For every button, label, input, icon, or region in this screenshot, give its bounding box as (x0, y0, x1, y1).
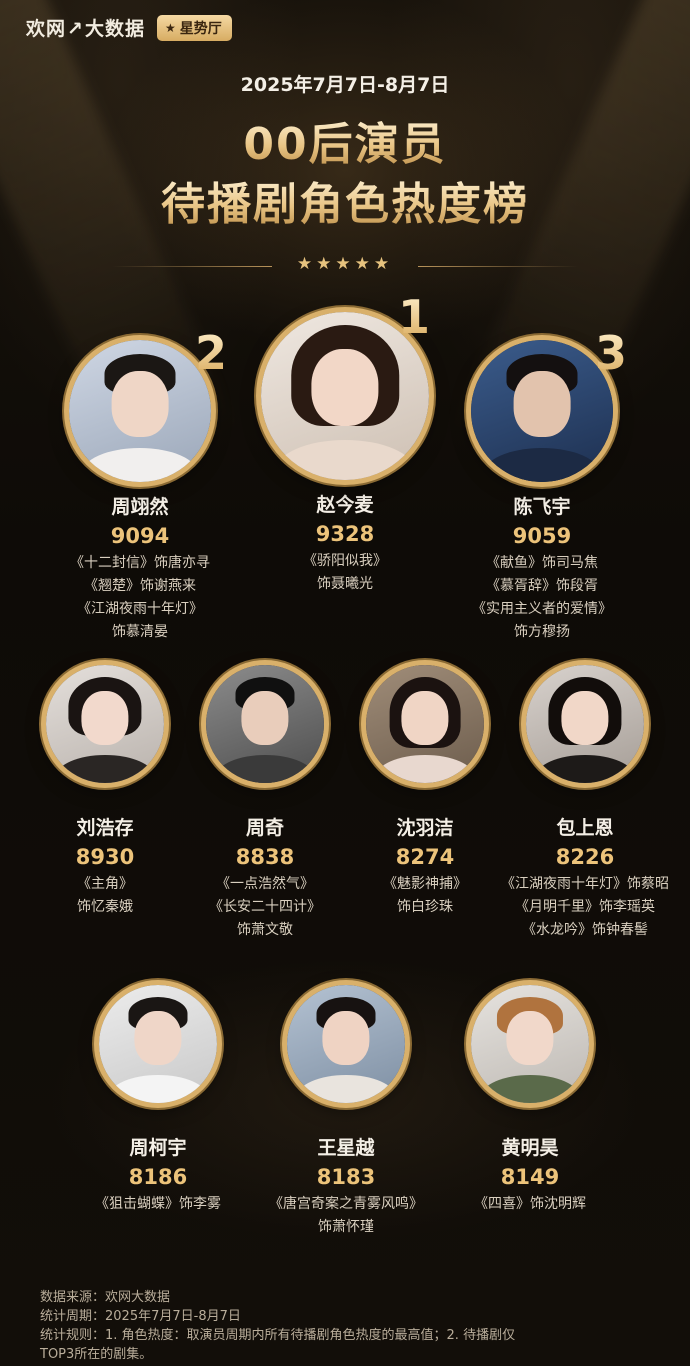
actor-avatar (366, 665, 484, 783)
role-list: 《四喜》饰沈明辉 (474, 1196, 586, 1212)
actor-avatar (526, 665, 644, 783)
actor-name: 包上恩 (556, 817, 614, 839)
actor-avatar (471, 340, 613, 482)
ranking-card-2: 2 周翊然 9094 《十二封信》饰唐亦寻 《翘楚》饰谢燕来 《江湖夜雨十年灯》 饰慕… (35, 326, 245, 644)
footer-period: 统计周期：2025年7月7日-8月7日 (40, 1309, 241, 1324)
role-list: 《十二封信》饰唐亦寻 《翘楚》饰谢燕来 《江湖夜雨十年灯》 饰慕清晏 (70, 555, 210, 640)
page-title: 00后演员 (0, 108, 690, 172)
rank-number: 1 (398, 290, 431, 344)
role-list: 《唐宫奇案之青雾风鸣》 饰萧怀瑾 (269, 1196, 423, 1235)
actor-name: 刘浩存 (76, 817, 134, 839)
star-icon: ★ (164, 20, 176, 35)
ranking-card-10: 黄明昊 8149 《四喜》饰沈明辉 (445, 985, 615, 1216)
ranking-card-7: 包上恩 8226 《江湖夜雨十年灯》饰蔡昭 《月明千里》饰李瑶英 《水龙吟》饰钟春髻 (500, 665, 670, 942)
actor-name: 周柯宇 (129, 1137, 187, 1159)
actor-avatar (99, 985, 217, 1103)
role-list: 《主角》 饰忆秦娥 (77, 876, 133, 915)
rank-number: 2 (195, 326, 228, 380)
actor-name: 沈羽洁 (396, 817, 454, 839)
actor-name: 赵今麦 (316, 494, 374, 516)
actor-name: 陈飞宇 (513, 496, 571, 518)
actor-name: 周奇 (245, 817, 284, 839)
rank-number: 3 (595, 326, 628, 380)
role-list: 《一点浩然气》 《长安二十四计》 饰萧文敬 (209, 876, 321, 938)
heat-score: 8274 (395, 845, 455, 869)
role-list: 《骄阳似我》 饰聂曦光 (303, 553, 387, 592)
heat-score: 8226 (555, 845, 615, 869)
ranking-card-3: 3 陈飞宇 9059 《献鱼》饰司马焦 《慕胥辞》饰段胥 《实用主义者的爱情》 饰方穆… (437, 326, 647, 644)
heat-score: 9059 (512, 524, 572, 548)
heat-score: 8183 (316, 1165, 376, 1189)
heat-score: 8149 (500, 1165, 560, 1189)
ranking-card-5: 周奇 8838 《一点浩然气》 《长安二十四计》 饰萧文敬 (180, 665, 350, 942)
ranking-card-8: 周柯宇 8186 《狙击蝴蝶》饰李雾 (73, 985, 243, 1216)
date-range: 2025年7月7日-8月7日 (240, 74, 450, 96)
actor-name: 王星越 (317, 1137, 375, 1159)
role-list: 《魅影神捕》 饰白珍珠 (383, 876, 467, 915)
footer-rule-cont: TOP3所在的剧集。 (40, 1347, 153, 1362)
rating-stars: ★★★★★ (296, 254, 394, 274)
actor-avatar (46, 665, 164, 783)
heat-score: 9328 (315, 522, 375, 546)
actor-avatar (206, 665, 324, 783)
page-subtitle: 待播剧角色热度榜 (0, 168, 690, 232)
footer-notes: 数据来源：欢网大数据 统计周期：2025年7月7日-8月7日 统计规则：1. 角… (40, 1288, 515, 1364)
actor-avatar (471, 985, 589, 1103)
brand-header: 欢网↗大数据 ★ 星势厅 (26, 14, 232, 41)
heat-score: 8930 (75, 845, 135, 869)
ranking-card-1: 1 赵今麦 9328 《骄阳似我》 饰聂曦光 (240, 290, 450, 596)
role-list: 《献鱼》饰司马焦 《慕胥辞》饰段胥 《实用主义者的爱情》 饰方穆扬 (472, 555, 612, 640)
role-list: 《江湖夜雨十年灯》饰蔡昭 《月明千里》饰李瑶英 《水龙吟》饰钟春髻 (501, 876, 669, 938)
actor-avatar (69, 340, 211, 482)
footer-source: 数据来源：欢网大数据 (40, 1290, 171, 1305)
role-list: 《狙击蝴蝶》饰李雾 (95, 1196, 221, 1212)
ranking-card-6: 沈羽洁 8274 《魅影神捕》 饰白珍珠 (340, 665, 510, 919)
heat-score: 8186 (128, 1165, 188, 1189)
actor-avatar (287, 985, 405, 1103)
actor-name: 周翊然 (111, 496, 169, 518)
ranking-card-4: 刘浩存 8930 《主角》 饰忆秦娥 (20, 665, 190, 919)
heat-score: 9094 (110, 524, 170, 548)
ranking-card-9: 王星越 8183 《唐宫奇案之青雾风鸣》 饰萧怀瑾 (246, 985, 446, 1239)
brand-tag: ★ 星势厅 (156, 14, 232, 41)
footer-rule: 统计规则：1. 角色热度：取演员周期内所有待播剧角色热度的最高值；2. 待播剧仅 (40, 1328, 516, 1343)
heat-score: 8838 (235, 845, 295, 869)
actor-name: 黄明昊 (501, 1137, 559, 1159)
brand-logo: 欢网↗大数据 (26, 18, 145, 40)
